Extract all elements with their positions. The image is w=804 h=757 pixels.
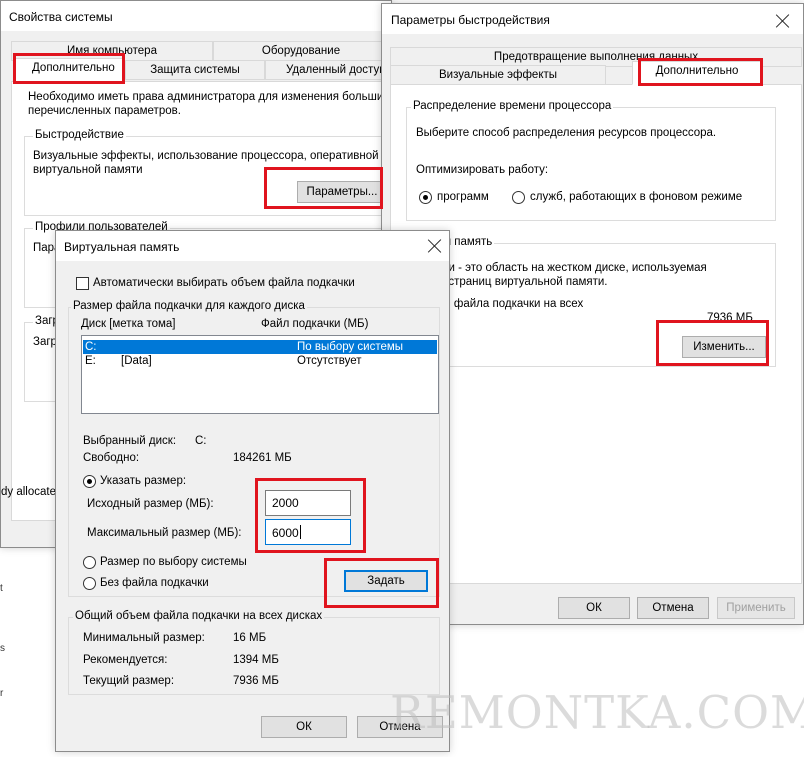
- current-size-value: 7936 МБ: [233, 675, 279, 687]
- disk-label: [Data]: [121, 355, 152, 367]
- free-space-label: Свободно:: [83, 452, 140, 464]
- vm-desc: подкачки - это область на жестком диске,…: [407, 262, 707, 274]
- performance-group-label: Быстродействие: [33, 129, 126, 141]
- optimize-label: Оптимизировать работу:: [416, 164, 549, 176]
- max-size-value: 6000: [272, 526, 299, 540]
- min-size-label: Минимальный размер:: [83, 632, 205, 644]
- auto-pagefile-label[interactable]: Автоматически выбирать объем файла подка…: [93, 277, 355, 289]
- free-space-value: 184261 МБ: [233, 452, 292, 464]
- total-pagefile-group: Общий объем файла подкачки на всех диска…: [68, 610, 440, 695]
- watermark: REMONTKA.COM: [390, 686, 804, 739]
- radio-no-pagefile[interactable]: [83, 577, 96, 590]
- performance-group: Быстродействие Визуальные эффекты, испол…: [24, 129, 391, 216]
- tab-remote[interactable]: Удаленный доступ: [265, 60, 391, 80]
- admin-note: Необходимо иметь права администратора дл…: [28, 91, 392, 103]
- window-title: Свойства системы: [9, 10, 113, 24]
- radio-custom-size-label[interactable]: Указать размер:: [100, 475, 186, 487]
- radio-custom-size[interactable]: [83, 475, 96, 488]
- disk-pagefile: По выбору системы: [297, 341, 404, 353]
- tab-visual-effects[interactable]: Визуальные эффекты: [390, 65, 606, 85]
- selected-disk-value: C:: [195, 435, 207, 447]
- background-fragment-1: t: [0, 583, 3, 594]
- radio-system-managed[interactable]: [83, 556, 96, 569]
- cpu-scheduling-group: Распределение времени процессора Выберит…: [406, 100, 776, 221]
- vm-total-value: 7936 МБ: [707, 312, 753, 324]
- disk-list[interactable]: C: По выбору системы E: [Data] Отсутству…: [81, 335, 439, 414]
- text-caret: [299, 525, 301, 539]
- background-fragment-3: r: [0, 688, 4, 699]
- tab-advanced[interactable]: Дополнительно: [632, 61, 762, 85]
- min-size-value: 16 МБ: [233, 632, 267, 644]
- disk-letter: C:: [85, 341, 97, 353]
- table-row[interactable]: C: По выбору системы: [83, 340, 437, 354]
- selected-disk-label: Выбранный диск:: [83, 435, 177, 447]
- current-size-label: Текущий размер:: [83, 675, 175, 687]
- recommended-label: Рекомендуется:: [83, 654, 168, 666]
- disk-letter: E:: [85, 355, 96, 367]
- per-disk-group-label: Размер файла подкачки для каждого диска: [71, 300, 307, 312]
- system-properties-titlebar[interactable]: Свойства системы: [1, 1, 391, 31]
- virtual-memory-group: альная память подкачки - это область на …: [406, 236, 776, 367]
- tab-system-protection[interactable]: Защита системы: [125, 60, 265, 80]
- initial-size-label: Исходный размер (МБ):: [87, 498, 214, 510]
- auto-pagefile-checkbox[interactable]: [76, 277, 89, 290]
- virtual-memory-titlebar[interactable]: Виртуальная память: [56, 231, 449, 261]
- allocated-fragment: dy allocated: [1, 486, 63, 498]
- close-icon[interactable]: [428, 239, 442, 253]
- performance-settings-button[interactable]: Параметры...: [297, 181, 387, 203]
- close-icon[interactable]: [776, 14, 790, 28]
- max-size-input[interactable]: 6000: [265, 519, 351, 545]
- performance-desc: Визуальные эффекты, использование процес…: [33, 150, 389, 162]
- tab-hardware[interactable]: Оборудование: [213, 41, 389, 61]
- per-disk-group: Размер файла подкачки для каждого диска …: [68, 300, 440, 597]
- set-button[interactable]: Задать: [344, 570, 428, 592]
- max-size-label: Максимальный размер (МБ):: [87, 527, 242, 539]
- recommended-value: 1394 МБ: [233, 654, 279, 666]
- table-row[interactable]: E: [Data] Отсутствует: [83, 354, 437, 368]
- tab-advanced[interactable]: Дополнительно: [15, 58, 125, 82]
- performance-desc-2: виртуальной памяти: [33, 164, 143, 176]
- radio-services-label[interactable]: служб, работающих в фоновом режиме: [530, 191, 742, 203]
- cancel-button[interactable]: Отмена: [637, 597, 709, 619]
- radio-programs-label[interactable]: программ: [437, 191, 489, 203]
- apply-button[interactable]: Применить: [717, 597, 795, 619]
- cpu-desc: Выберите способ распределения ресурсов п…: [416, 127, 717, 139]
- radio-system-managed-label[interactable]: Размер по выбору системы: [100, 556, 247, 568]
- cpu-group-label: Распределение времени процессора: [411, 100, 614, 112]
- performance-options-titlebar[interactable]: Параметры быстродействия: [382, 4, 803, 34]
- window-title: Параметры быстродействия: [391, 13, 550, 27]
- background-fragment-2: s: [0, 643, 5, 654]
- change-virtual-memory-button[interactable]: Изменить...: [682, 336, 766, 358]
- ok-button[interactable]: ОК: [261, 716, 347, 738]
- virtual-memory-window: Виртуальная память Автоматически выбират…: [55, 230, 450, 752]
- radio-no-pagefile-label[interactable]: Без файла подкачки: [100, 577, 209, 589]
- radio-programs[interactable]: [419, 191, 432, 204]
- window-title: Виртуальная память: [64, 240, 180, 254]
- ok-button[interactable]: ОК: [558, 597, 630, 619]
- initial-size-input[interactable]: 2000: [265, 490, 351, 516]
- radio-services[interactable]: [512, 191, 525, 204]
- performance-options-panel: Распределение времени процессора Выберит…: [390, 84, 802, 584]
- total-pagefile-group-label: Общий объем файла подкачки на всех диска…: [73, 610, 325, 622]
- col-disk-header: Диск [метка тома]: [81, 318, 176, 330]
- col-pagefile-header: Файл подкачки (МБ): [261, 318, 369, 330]
- startup-desc: Загр: [33, 336, 57, 348]
- admin-note-2: перечисленных параметров.: [28, 105, 181, 117]
- disk-pagefile: Отсутствует: [297, 355, 362, 367]
